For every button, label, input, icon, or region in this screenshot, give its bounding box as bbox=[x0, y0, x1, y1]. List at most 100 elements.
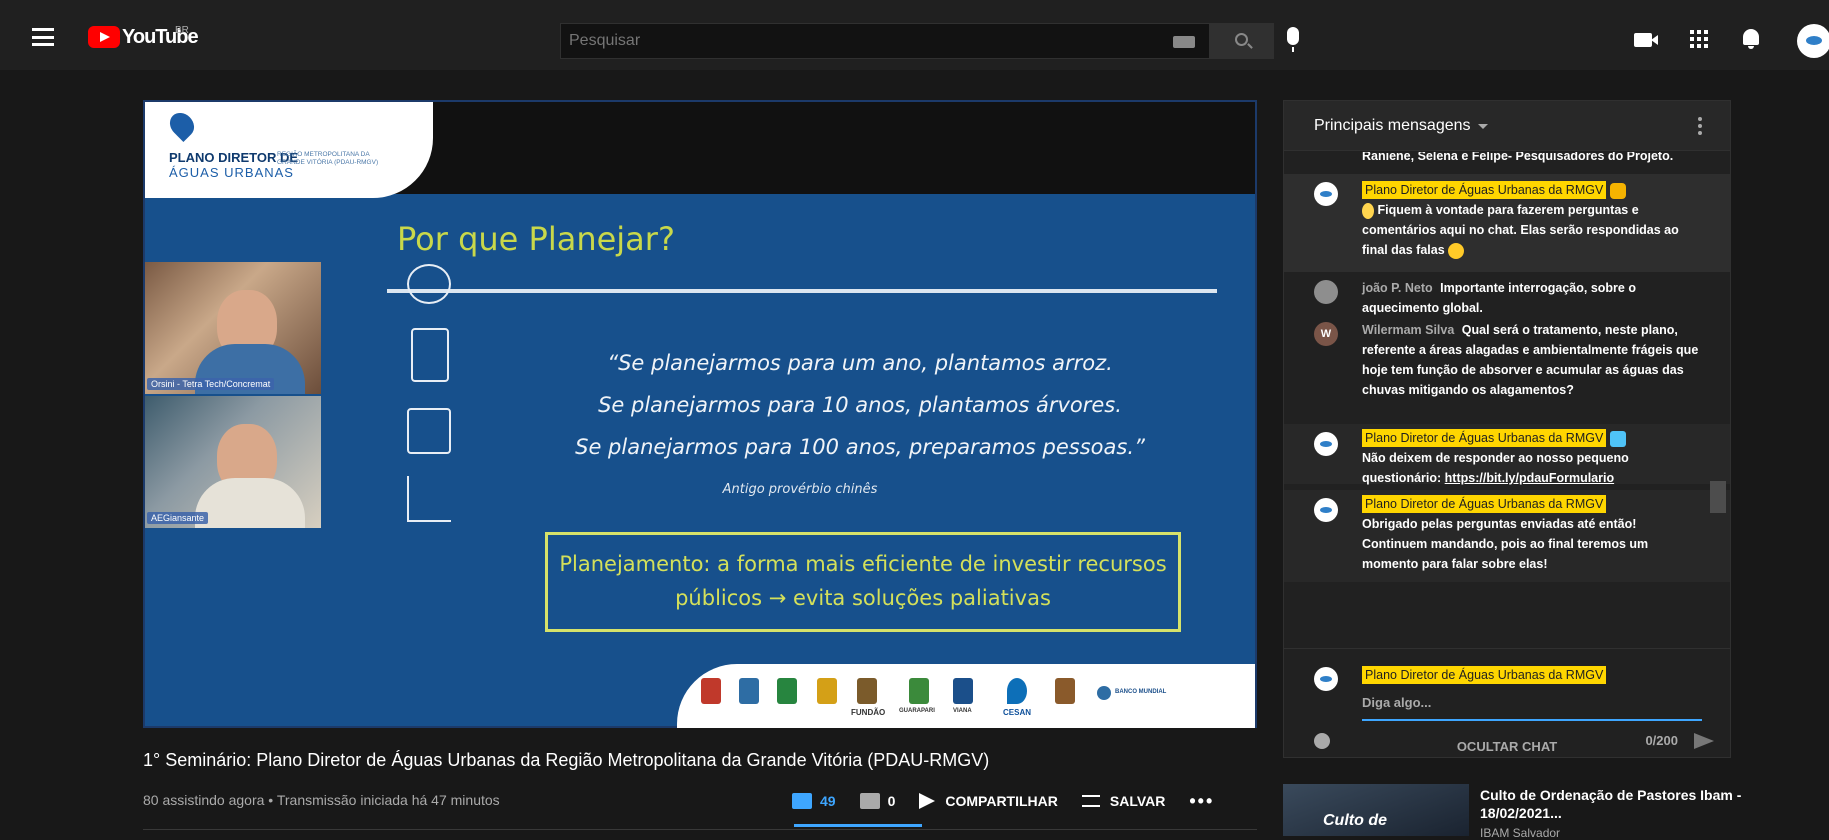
quote-line: Se planejarmos para 100 anos, preparamos… bbox=[575, 435, 1145, 459]
search-button[interactable] bbox=[1210, 23, 1274, 59]
slide-divider bbox=[387, 289, 1217, 293]
divider bbox=[143, 829, 1257, 830]
video-meta: 80 assistindo agora • Transmissão inicia… bbox=[143, 792, 500, 808]
speaker-2-label: AEGiansante bbox=[147, 512, 209, 524]
sponsor-guarapari: GUARAPARI bbox=[899, 708, 935, 714]
message-text: Fiquem à vontade para fazerem perguntas … bbox=[1362, 203, 1679, 257]
planning-box: Planejamento: a forma mais eficiente de … bbox=[545, 532, 1181, 632]
user-avatar bbox=[1314, 280, 1338, 304]
apps-icon[interactable] bbox=[1690, 30, 1708, 48]
plan-logo: PLANO DIRETOR DE ÁGUAS URBANAS REGIÃO ME… bbox=[145, 102, 433, 198]
avatar[interactable] bbox=[1797, 24, 1829, 58]
moderator-avatar bbox=[1314, 182, 1338, 206]
chat-scrollbar[interactable] bbox=[1710, 481, 1726, 513]
live-chat: Principais mensagens Raniene, Selena e F… bbox=[1283, 100, 1731, 758]
chat-message: joão P. Neto Importante interrogação, so… bbox=[1362, 278, 1702, 318]
country-code: BR bbox=[175, 25, 189, 36]
speaker-1-label: Orsini - Tetra Tech/Concremat bbox=[147, 378, 275, 390]
water-drop-icon bbox=[165, 108, 199, 142]
chat-message: Plano Diretor de Águas Urbanas da RMGV N… bbox=[1362, 428, 1702, 488]
chat-message: Raniene, Selena e Felipe- Pesquisadores … bbox=[1362, 152, 1674, 163]
slide-quote: “Se planejarmos para um ano, plantamos a… bbox=[520, 342, 1200, 468]
dislike-icon bbox=[859, 793, 880, 809]
world-bank-icon bbox=[1097, 686, 1111, 700]
message-author: joão P. Neto bbox=[1362, 281, 1433, 295]
search-input[interactable] bbox=[561, 24, 1121, 58]
save-button[interactable]: SALVAR bbox=[1081, 793, 1166, 809]
search-box bbox=[560, 23, 1210, 59]
chat-input[interactable]: Diga algo... bbox=[1362, 695, 1702, 721]
chat-messages[interactable]: Raniene, Selena e Felipe- Pesquisadores … bbox=[1284, 152, 1730, 648]
planning-line1: Planejamento: a forma mais eficiente de … bbox=[559, 552, 1167, 576]
light-bulb-icon bbox=[1362, 202, 1374, 219]
moderator-avatar bbox=[1314, 498, 1338, 522]
dislike-count: 0 bbox=[887, 793, 896, 809]
webcam-speaker-2: AEGiansante bbox=[145, 396, 321, 528]
sponsor-world-bank: BANCO MUNDIAL bbox=[1115, 689, 1167, 695]
video-title: 1° Seminário: Plano Diretor de Águas Urb… bbox=[143, 750, 990, 770]
quote-line: “Se planejarmos para um ano, plantamos a… bbox=[607, 351, 1113, 375]
cesan-drop-icon bbox=[1007, 678, 1027, 704]
sponsor-seal-icon bbox=[1055, 678, 1075, 704]
search-icon bbox=[1235, 33, 1248, 46]
writing-hand-icon bbox=[1609, 430, 1626, 447]
sponsor-seal-icon bbox=[953, 678, 973, 704]
raised-hand-icon bbox=[1609, 182, 1626, 199]
slide-title: Por que Planejar? bbox=[397, 220, 675, 258]
quote-source: Antigo provérbio chinês bbox=[722, 482, 878, 497]
logo-line2: ÁGUAS URBANAS bbox=[169, 165, 294, 180]
kebab-icon[interactable] bbox=[1698, 117, 1702, 135]
keyboard-icon[interactable] bbox=[1173, 36, 1195, 48]
chevron-down-icon[interactable] bbox=[1478, 124, 1488, 129]
like-button[interactable]: 49 bbox=[792, 793, 836, 809]
youtube-logo-icon[interactable] bbox=[88, 26, 120, 48]
chat-message: Plano Diretor de Águas Urbanas da RMGV F… bbox=[1362, 180, 1702, 260]
sponsor-seal-icon bbox=[909, 678, 929, 704]
sponsor-seal-icon bbox=[701, 678, 721, 704]
like-ratio-bar bbox=[794, 824, 922, 827]
composer-author: Plano Diretor de Águas Urbanas da RMGV bbox=[1362, 665, 1702, 685]
sponsor-cesan: CESAN bbox=[1003, 708, 1032, 717]
save-icon bbox=[1081, 795, 1100, 807]
share-label: COMPARTILHAR bbox=[945, 793, 1058, 809]
sponsor-seal-icon bbox=[817, 678, 837, 704]
mic-icon[interactable] bbox=[1287, 27, 1299, 52]
speaker-body bbox=[195, 478, 305, 528]
chat-header: Principais mensagens bbox=[1284, 101, 1730, 151]
message-author: Plano Diretor de Águas Urbanas da RMGV bbox=[1362, 429, 1607, 447]
sponsor-seal-icon bbox=[739, 678, 759, 704]
recommended-video-channel[interactable]: IBAM Salvador bbox=[1480, 826, 1560, 840]
checklist-icon bbox=[411, 328, 449, 382]
recommended-video-thumbnail[interactable]: Culto de bbox=[1283, 784, 1469, 836]
user-avatar: W bbox=[1314, 322, 1338, 346]
menu-icon[interactable] bbox=[32, 28, 54, 46]
more-actions-button[interactable]: ••• bbox=[1189, 791, 1214, 812]
chat-message: Plano Diretor de Águas Urbanas da RMGV O… bbox=[1362, 494, 1702, 574]
chat-mode-dropdown[interactable]: Principais mensagens bbox=[1314, 117, 1471, 135]
recommended-video-title[interactable]: Culto de Ordenação de Pastores Ibam - 18… bbox=[1480, 786, 1780, 822]
message-author: Wilermam Silva bbox=[1362, 323, 1455, 337]
dislike-button[interactable]: 0 bbox=[859, 793, 896, 809]
webcam-speaker-1: Orsini - Tetra Tech/Concremat bbox=[145, 262, 321, 394]
message-link[interactable]: https://bit.ly/pdauFormulario bbox=[1445, 471, 1614, 485]
message-text: Obrigado pelas perguntas enviadas até en… bbox=[1362, 517, 1649, 571]
video-actions: 49 0 COMPARTILHAR SALVAR ••• bbox=[792, 786, 1238, 816]
composer-author-label: Plano Diretor de Águas Urbanas da RMGV bbox=[1362, 666, 1607, 684]
like-icon bbox=[792, 793, 812, 809]
moderator-avatar bbox=[1314, 667, 1338, 691]
blueprint-icon bbox=[407, 408, 451, 454]
bell-icon[interactable] bbox=[1743, 29, 1759, 49]
people-meeting-icon bbox=[407, 264, 451, 304]
thumbnail-text: Culto de bbox=[1323, 812, 1387, 829]
sponsor-seal-icon bbox=[777, 678, 797, 704]
share-icon bbox=[919, 793, 936, 809]
planning-line2: públicos → evita soluções paliativas bbox=[675, 586, 1051, 610]
save-label: SALVAR bbox=[1109, 793, 1166, 809]
sponsor-strip: FUNDÃO GUARAPARI VIANA CESAN BANCO MUNDI… bbox=[677, 664, 1255, 728]
like-count: 49 bbox=[820, 793, 836, 809]
create-video-icon[interactable] bbox=[1634, 33, 1658, 47]
winking-face-icon bbox=[1448, 242, 1465, 259]
video-player[interactable]: PLANO DIRETOR DE ÁGUAS URBANAS REGIÃO ME… bbox=[143, 100, 1257, 728]
share-button[interactable]: COMPARTILHAR bbox=[919, 793, 1058, 809]
hide-chat-button[interactable]: OCULTAR CHAT bbox=[1283, 732, 1731, 762]
